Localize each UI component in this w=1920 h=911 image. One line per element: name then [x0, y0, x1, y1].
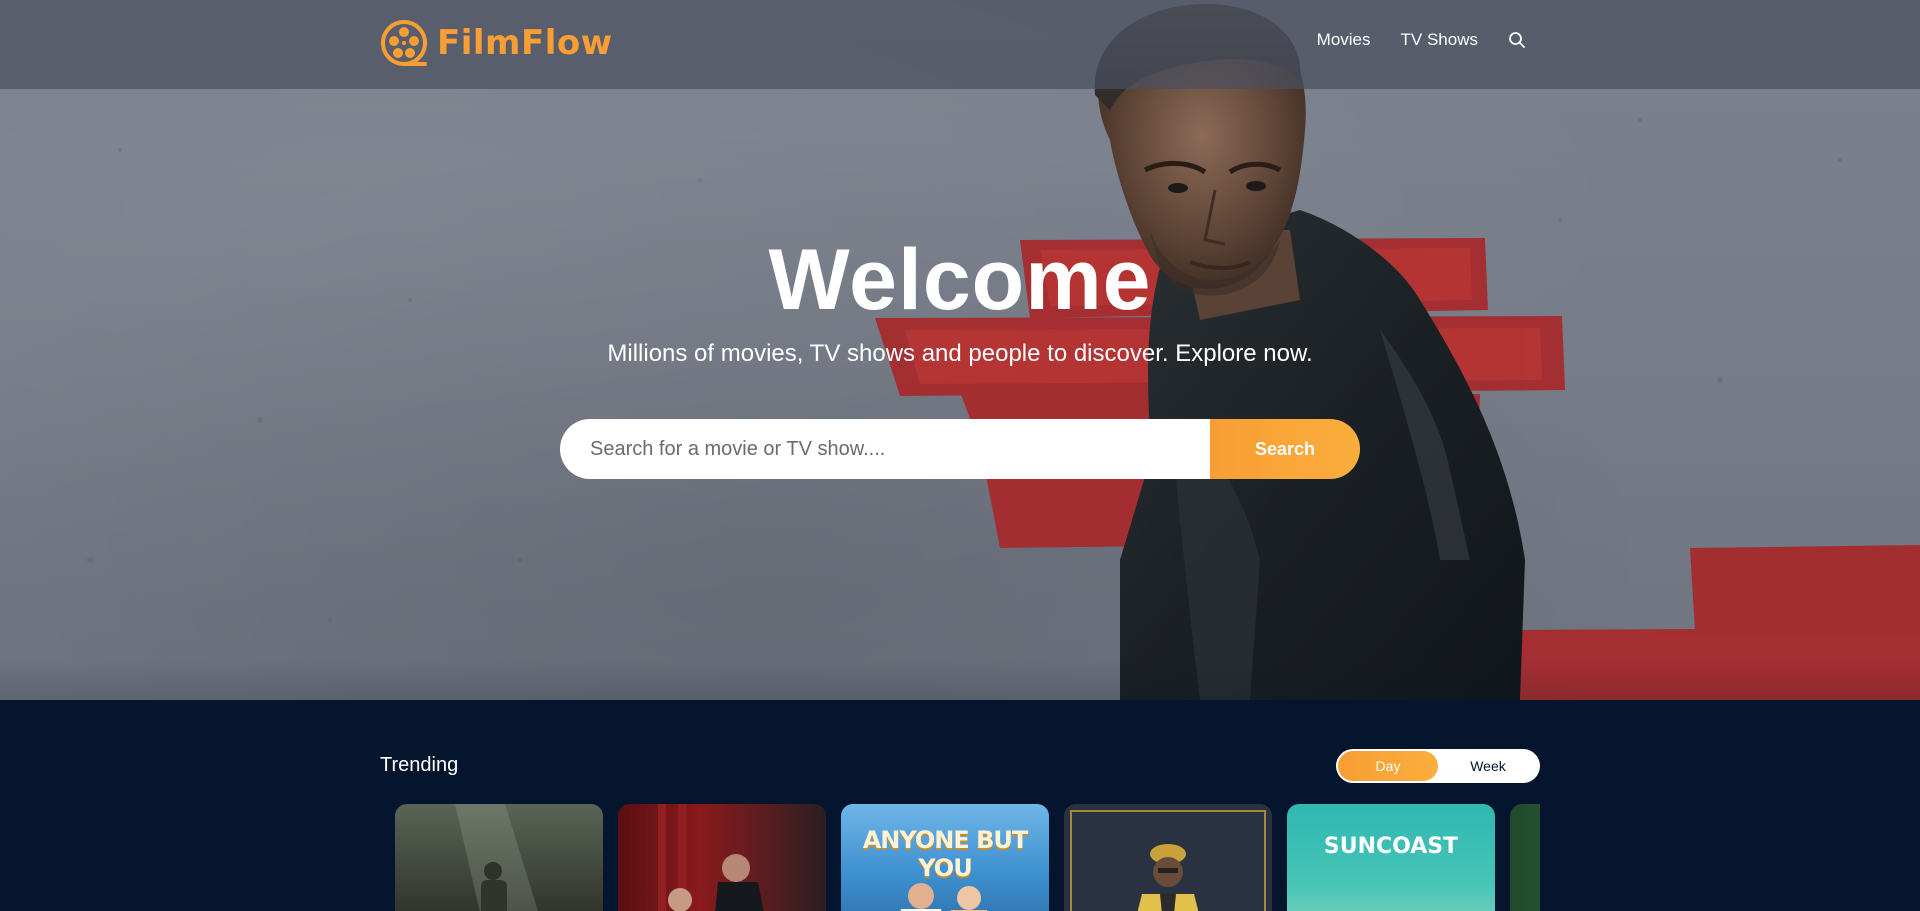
day-week-switch: Day Week — [1336, 749, 1540, 783]
movie-poster — [1070, 810, 1266, 911]
movie-poster — [900, 883, 988, 911]
movie-card[interactable] — [1510, 804, 1540, 911]
section-title-trending: Trending — [380, 754, 459, 776]
movie-card[interactable] — [1064, 804, 1272, 911]
trending-carousel: ANYONE BUT YOU SUNCOAST — [380, 804, 1540, 911]
toggle-option-week[interactable]: Week — [1438, 751, 1538, 781]
search-icon[interactable] — [1508, 31, 1526, 49]
movie-card[interactable]: ANYONE BUT YOU — [841, 804, 1049, 911]
hero-title: Welcome — [768, 232, 1152, 328]
search-button[interactable]: Search — [1210, 419, 1360, 479]
brand-logo[interactable]: FilmFlow — [379, 18, 613, 68]
movie-card-title: SUNCOAST — [1323, 834, 1459, 859]
movie-poster — [658, 804, 764, 911]
main-nav: Movies TV Shows — [1317, 30, 1526, 50]
hero-search-bar: Search — [560, 419, 1360, 479]
trending-section: Trending Day Week ANYONE BUT YOU SUNCOAS… — [0, 700, 1920, 911]
hero-subtitle: Millions of movies, TV shows and people … — [607, 340, 1313, 367]
brand-name: FilmFlow — [437, 23, 613, 63]
film-reel-icon — [381, 20, 427, 66]
top-header: FilmFlow Movies TV Shows — [0, 0, 1920, 89]
movie-card[interactable]: SUNCOAST — [1287, 804, 1495, 911]
movie-card[interactable] — [618, 804, 826, 911]
movie-card[interactable] — [395, 804, 603, 911]
movie-poster — [455, 804, 538, 911]
toggle-option-day[interactable]: Day — [1338, 751, 1438, 781]
nav-item-tv-shows[interactable]: TV Shows — [1401, 30, 1478, 50]
search-input[interactable] — [560, 419, 1210, 479]
nav-item-movies[interactable]: Movies — [1317, 30, 1371, 50]
hero-bottom-fade — [0, 660, 1920, 700]
hero-content: Welcome Millions of movies, TV shows and… — [0, 230, 1920, 368]
